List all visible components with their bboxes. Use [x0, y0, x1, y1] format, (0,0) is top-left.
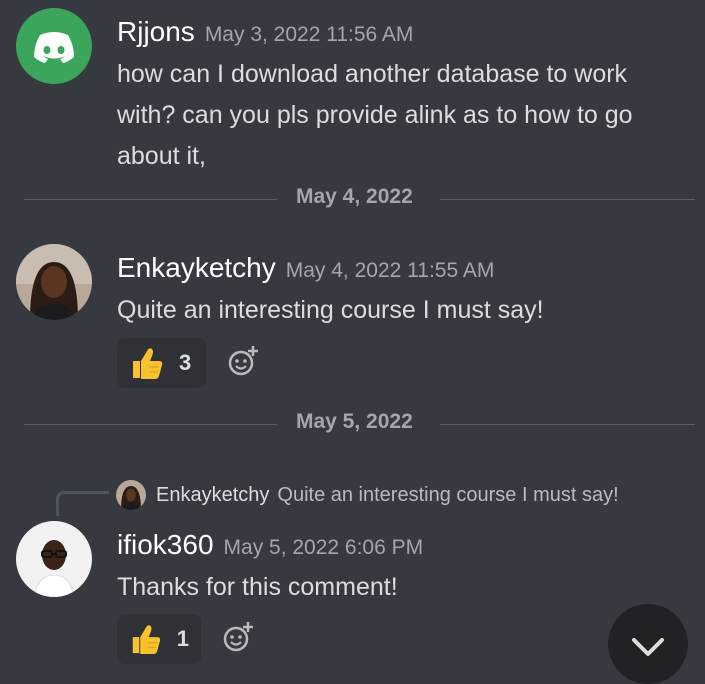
thumbs-up-icon — [133, 348, 163, 379]
username[interactable]: Enkayketchy — [117, 252, 276, 283]
user-photo-icon — [116, 480, 146, 510]
user-photo-icon — [16, 244, 92, 320]
reply-avatar — [116, 480, 146, 510]
reply-content: Quite an interesting course I must say! — [277, 483, 619, 506]
chevron-down-icon — [632, 638, 664, 656]
reaction-count: 1 — [176, 626, 189, 651]
message-header: ifiok360 May 5, 2022 6:06 PM — [117, 529, 423, 561]
reply-username: Enkayketchy — [156, 483, 270, 506]
username[interactable]: ifiok360 — [117, 529, 214, 560]
user-photo-icon — [16, 521, 92, 597]
message-content: Thanks for this comment! — [117, 573, 398, 601]
message-content: Quite an interesting course I must say! — [117, 296, 544, 324]
timestamp: May 4, 2022 11:55 AM — [285, 259, 495, 282]
date-divider: May 5, 2022 — [24, 410, 695, 440]
reply-preview[interactable]: Enkayketchy Quite an interesting course … — [116, 480, 619, 510]
thumbs-up-icon — [132, 625, 161, 654]
discord-logo-icon — [16, 8, 92, 84]
avatar-discord[interactable] — [16, 8, 92, 84]
date-divider: May 4, 2022 — [24, 185, 695, 215]
add-reaction-icon[interactable] — [226, 344, 260, 378]
reaction-count: 3 — [179, 350, 192, 375]
reply-connector — [56, 491, 109, 516]
message-header: Rjjons May 3, 2022 11:56 AM — [117, 16, 413, 48]
timestamp: May 3, 2022 11:56 AM — [204, 23, 414, 46]
reaction-thumbs-up[interactable]: 3 — [117, 338, 206, 388]
add-reaction-icon[interactable] — [221, 620, 255, 654]
avatar-enkayketchy[interactable] — [16, 244, 92, 320]
timestamp: May 5, 2022 6:06 PM — [223, 536, 424, 559]
date-divider-label: May 4, 2022 — [296, 185, 413, 208]
avatar-ifiok360[interactable] — [16, 521, 92, 597]
jump-to-bottom-button[interactable] — [608, 604, 688, 684]
message-content: how can I download another database to w… — [117, 60, 633, 170]
date-divider-label: May 5, 2022 — [296, 410, 413, 433]
reaction-thumbs-up[interactable]: 1 — [117, 614, 201, 664]
message-header: Enkayketchy May 4, 2022 11:55 AM — [117, 252, 494, 284]
username[interactable]: Rjjons — [117, 16, 195, 47]
